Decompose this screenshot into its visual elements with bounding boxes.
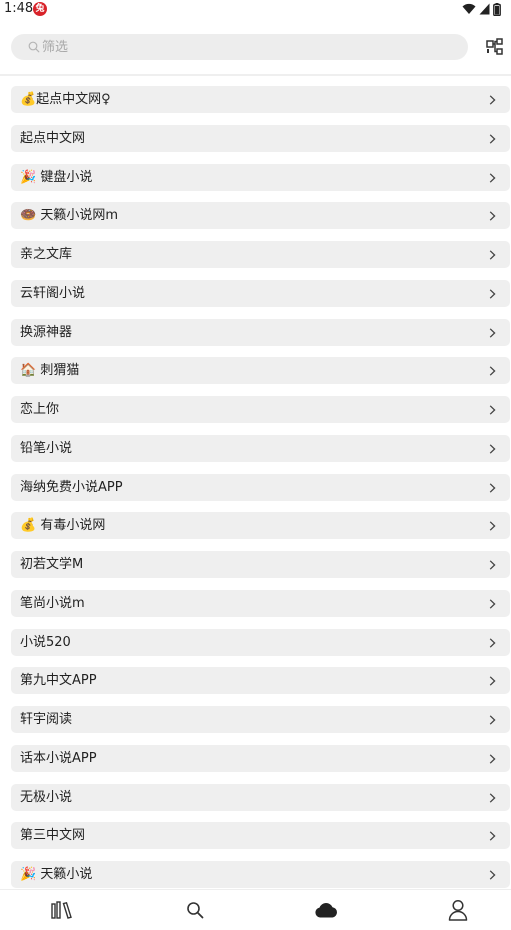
- profile-icon: [448, 899, 468, 921]
- chevron-right-icon: [489, 715, 496, 725]
- search-input[interactable]: [42, 34, 442, 60]
- search-icon: [28, 41, 40, 53]
- nav-search[interactable]: [165, 890, 225, 930]
- source-name: 第三中文网: [20, 828, 86, 844]
- source-name: 云轩阁小说: [20, 285, 86, 301]
- chevron-right-icon: [489, 250, 496, 260]
- source-name: 🏠 刺猬猫: [20, 363, 80, 379]
- source-list: 💰起点中文网♀ 起点中文网 🎉 键盘小说 🍩 天籁小说网m 亲之文库云轩阁小说换源神器 🏠…: [11, 86, 510, 900]
- chevron-right-icon: [489, 289, 496, 299]
- source-list-item[interactable]: 第九中文APP: [11, 667, 510, 695]
- chevron-right-icon: [489, 211, 496, 221]
- source-list-item[interactable]: 🏠 刺猬猫: [11, 357, 510, 385]
- source-name: 第九中文APP: [20, 673, 97, 689]
- chevron-right-icon: [489, 831, 496, 841]
- source-list-item[interactable]: 初若文学M: [11, 551, 510, 578]
- bookshelf-icon: [51, 901, 72, 919]
- source-name: 轩宇阅读: [20, 712, 73, 727]
- status-icons: [462, 2, 501, 16]
- source-name: 亲之文库: [20, 247, 73, 262]
- chevron-right-icon: [489, 870, 496, 880]
- battery-icon: [493, 2, 501, 16]
- source-name: 🎉 键盘小说: [20, 169, 93, 185]
- source-name: 🍩 天籁小说网m: [20, 208, 118, 224]
- source-name: 无极小说: [20, 789, 73, 805]
- qr-code-icon: [486, 38, 503, 55]
- chevron-right-icon: [489, 444, 496, 454]
- bottom-nav: [0, 889, 511, 930]
- source-name: 恋上你: [20, 402, 60, 417]
- source-list-item[interactable]: 海纳免费小说APP: [11, 473, 510, 501]
- source-list-item[interactable]: 🍩 天籁小说网m: [11, 202, 510, 230]
- nav-profile[interactable]: [428, 890, 488, 930]
- chevron-right-icon: [489, 482, 496, 493]
- search-box[interactable]: [11, 34, 468, 60]
- search-header: [0, 26, 511, 74]
- source-name: 小说520: [20, 634, 71, 650]
- chevron-right-icon: [489, 95, 496, 105]
- wifi-icon: [462, 3, 476, 15]
- source-name: 初若文学M: [20, 557, 84, 572]
- status-time: 1:48: [4, 1, 34, 16]
- cloud-icon: [315, 902, 337, 918]
- chevron-right-icon: [489, 754, 496, 764]
- status-bar: 1:48 兔: [0, 0, 511, 18]
- chevron-right-icon: [489, 172, 496, 183]
- chevron-right-icon: [489, 366, 496, 376]
- source-list-item[interactable]: 云轩阁小说: [11, 279, 510, 307]
- source-list-item[interactable]: 🎉 键盘小说: [11, 163, 510, 191]
- chevron-right-icon: [489, 560, 496, 570]
- nav-cloud[interactable]: [296, 890, 356, 930]
- chevron-right-icon: [489, 599, 496, 609]
- source-list-item[interactable]: 铅笔小说: [11, 434, 510, 462]
- qr-code-button[interactable]: [485, 37, 505, 57]
- source-name: 起点中文网: [20, 130, 86, 146]
- source-list-item[interactable]: 恋上你: [11, 396, 510, 423]
- source-name: 🎉 天籁小说: [20, 867, 93, 882]
- nav-bookshelf[interactable]: [32, 890, 92, 930]
- source-list-item[interactable]: 起点中文网: [11, 124, 510, 152]
- chevron-right-icon: [489, 134, 496, 144]
- source-list-item[interactable]: 🎉 天籁小说: [11, 861, 510, 888]
- signal-icon: [479, 3, 490, 15]
- source-list-item[interactable]: 💰起点中文网♀: [11, 86, 510, 113]
- chevron-right-icon: [489, 521, 496, 531]
- header-divider: [0, 74, 511, 76]
- search-icon: [187, 902, 204, 919]
- source-list-item[interactable]: 💰 有毒小说网: [11, 512, 510, 540]
- source-list-item[interactable]: 笔尚小说m: [11, 589, 510, 617]
- chevron-right-icon: [489, 792, 496, 803]
- source-list-item[interactable]: 第三中文网: [11, 822, 510, 850]
- source-name: 💰起点中文网♀: [20, 92, 111, 107]
- source-list-item[interactable]: 换源神器: [11, 318, 510, 346]
- source-list-item[interactable]: 小说520: [11, 628, 510, 656]
- source-name: 换源神器: [20, 324, 73, 340]
- app-notification-icon: 兔: [33, 2, 47, 16]
- chevron-right-icon: [489, 637, 496, 648]
- source-name: 海纳免费小说APP: [20, 479, 123, 495]
- source-list-item[interactable]: 轩宇阅读: [11, 706, 510, 733]
- source-list-item[interactable]: 话本小说APP: [11, 744, 510, 772]
- source-name: 💰 有毒小说网: [20, 518, 106, 534]
- source-name: 话本小说APP: [20, 750, 97, 766]
- chevron-right-icon: [489, 676, 496, 686]
- source-name: 笔尚小说m: [20, 595, 85, 611]
- source-name: 铅笔小说: [20, 440, 73, 456]
- chevron-right-icon: [489, 327, 496, 338]
- source-list-item[interactable]: 亲之文库: [11, 241, 510, 268]
- chevron-right-icon: [489, 405, 496, 415]
- source-list-item[interactable]: 无极小说: [11, 783, 510, 811]
